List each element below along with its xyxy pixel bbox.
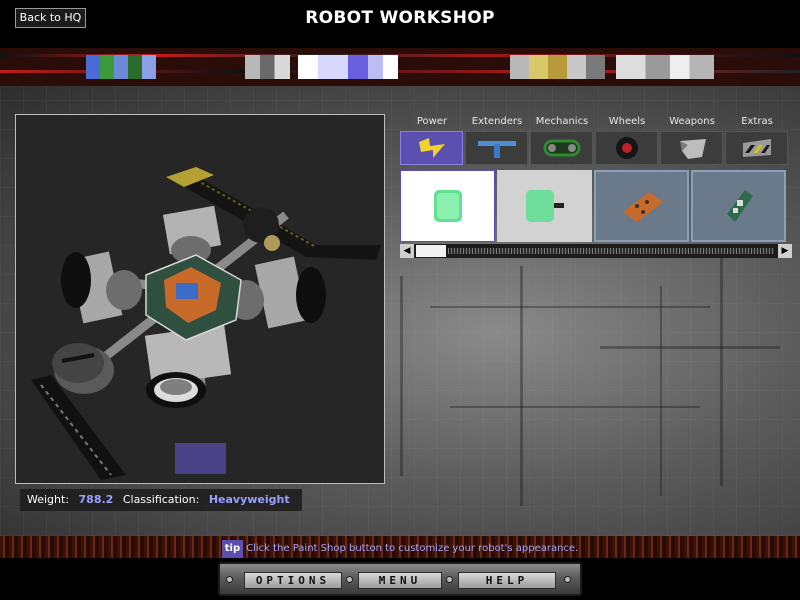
- weapon-blade-icon: [660, 131, 723, 165]
- extender-bar-icon: [465, 131, 528, 165]
- part-scrollbar[interactable]: ◀ ▶: [400, 244, 792, 258]
- scroll-thumb[interactable]: [416, 245, 446, 257]
- category-tabs: Power Extenders Mechanics Wheels Weapons: [400, 114, 792, 168]
- tab-label: Extras: [741, 116, 773, 127]
- tab-label: Power: [416, 116, 448, 127]
- robot-stats-bar: Weight: 788.2 Classification: Heavyweigh…: [20, 489, 302, 511]
- bolt-icon: [564, 576, 571, 583]
- page-title: ROBOT WORKSHOP: [305, 8, 495, 28]
- lightning-icon: [400, 131, 463, 165]
- part-tile-green-circuit[interactable]: [691, 170, 786, 242]
- green-battery-icon: [433, 190, 462, 222]
- chain-drive-icon: [530, 131, 593, 165]
- part-selection-panel: Power Extenders Mechanics Wheels Weapons: [400, 114, 792, 260]
- bolt-icon: [226, 576, 233, 583]
- weight-value: 788.2: [78, 493, 114, 506]
- decorative-header-strip: [0, 48, 800, 86]
- tab-label: Weapons: [669, 116, 715, 127]
- tab-label: Mechanics: [535, 116, 589, 127]
- help-button[interactable]: HELP: [458, 572, 556, 589]
- bolt-icon: [446, 576, 453, 583]
- tab-extras[interactable]: Extras: [725, 114, 789, 168]
- tab-extenders[interactable]: Extenders: [465, 114, 529, 168]
- part-tile-battery[interactable]: [400, 170, 495, 242]
- tab-label: Extenders: [471, 116, 523, 127]
- extras-plate-icon: [725, 131, 788, 165]
- bolt-icon: [346, 576, 353, 583]
- wheel-icon: [595, 131, 658, 165]
- tip-badge: tip: [221, 540, 244, 558]
- robot-3d-viewport[interactable]: [15, 114, 385, 484]
- bottom-menu-bar: OPTIONS MENU HELP: [0, 558, 800, 600]
- tab-power[interactable]: Power: [400, 114, 464, 168]
- part-strip: [400, 170, 792, 242]
- green-circuit-board-icon: [726, 190, 753, 222]
- tab-mechanics[interactable]: Mechanics: [530, 114, 594, 168]
- scroll-left-icon[interactable]: ◀: [400, 244, 414, 258]
- green-battery-connector-icon: [525, 190, 564, 222]
- tab-wheels[interactable]: Wheels: [595, 114, 659, 168]
- scroll-right-icon[interactable]: ▶: [778, 244, 792, 258]
- orange-circuit-board-icon: [622, 192, 663, 222]
- menu-button[interactable]: MENU: [358, 572, 442, 589]
- part-tile-orange-circuit[interactable]: [594, 170, 689, 242]
- top-bar: Back to HQ ROBOT WORKSHOP: [0, 0, 800, 48]
- tip-text: Click the Paint Shop button to customize…: [246, 543, 579, 554]
- tab-label: Wheels: [608, 116, 646, 127]
- options-button[interactable]: OPTIONS: [244, 572, 342, 589]
- classification-label: Classification:: [122, 493, 200, 506]
- part-tile-battery-connector[interactable]: [497, 170, 592, 242]
- menu-plate: OPTIONS MENU HELP: [218, 562, 582, 596]
- scroll-track: [448, 248, 774, 254]
- tab-weapons[interactable]: Weapons: [660, 114, 724, 168]
- classification-value: Heavyweight: [208, 493, 290, 506]
- weight-label: Weight:: [27, 493, 70, 506]
- tip-bar: tip Click the Paint Shop button to custom…: [0, 540, 800, 558]
- robot-model-icon: [31, 167, 381, 480]
